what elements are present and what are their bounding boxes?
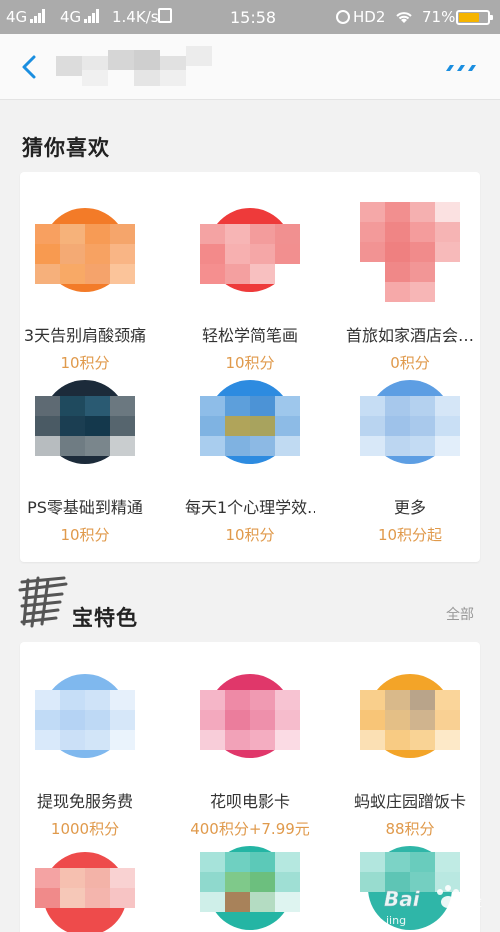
- battery-icon: [456, 10, 493, 25]
- item-image: [35, 852, 135, 932]
- item-image: [200, 846, 300, 932]
- reward-item-farm-card[interactable]: 蚂蚁庄园蹭饭卡 88积分: [345, 674, 475, 839]
- more-dots-icon: [446, 65, 476, 71]
- item-price: 10积分: [225, 526, 275, 544]
- item-price: 1000积分: [50, 820, 120, 838]
- section-title-features: 宝特色: [72, 606, 138, 630]
- item-label: 蚂蚁庄园蹭饭卡: [353, 792, 466, 811]
- item-image: [35, 208, 135, 308]
- battery-percent: 71%: [422, 8, 456, 26]
- reward-item-partial-1[interactable]: [20, 852, 150, 932]
- network-label: 4G: [6, 8, 28, 26]
- reward-item-more[interactable]: 更多 10积分起: [345, 380, 475, 545]
- item-label: PS零基础到精通: [27, 498, 143, 517]
- svg-text:Bai: Bai: [384, 887, 421, 911]
- reward-item-neck-course[interactable]: 3天告别肩酸颈痛 10积分: [20, 208, 150, 373]
- clock: 15:58: [230, 8, 277, 27]
- network-indicator-2: 4G: [60, 8, 100, 26]
- item-label: 每天1个心理学效..: [185, 498, 315, 517]
- reward-item-partial-2[interactable]: [185, 846, 315, 932]
- svg-text:经: 经: [466, 891, 482, 910]
- alarm-icon: [336, 10, 350, 24]
- item-price: 10积分: [60, 354, 110, 372]
- item-image: [200, 674, 300, 774]
- see-all-link[interactable]: 全部: [446, 604, 474, 624]
- item-price: 400积分+7.99元: [190, 820, 310, 838]
- item-image: [200, 208, 300, 308]
- signal-icon: [30, 9, 46, 23]
- network-label: 4G: [60, 8, 82, 26]
- item-label: 提现免服务费: [36, 792, 133, 811]
- hd-label: HD2: [353, 8, 386, 26]
- reward-item-movie-card[interactable]: 花呗电影卡 400积分+7.99元: [185, 674, 315, 839]
- item-image: [360, 380, 460, 480]
- item-label: 花呗电影卡: [209, 792, 290, 811]
- signal-icon: [84, 9, 100, 23]
- item-price: 10积分: [225, 354, 275, 372]
- item-image: [35, 380, 135, 480]
- item-label: 3天告别肩酸颈痛: [23, 326, 147, 345]
- svg-text:jing: jing: [385, 914, 406, 927]
- network-speed: 1.4K/s: [112, 8, 159, 26]
- item-label: 首旅如家酒店会…: [345, 326, 474, 345]
- status-bar: 4G 4G 1.4K/s 15:58 HD2 71%: [0, 0, 500, 34]
- item-price: 10积分起: [377, 526, 443, 544]
- reward-item-hotel[interactable]: 首旅如家酒店会… 0积分: [345, 202, 475, 373]
- sim-icon: [158, 8, 172, 23]
- reward-item-psychology[interactable]: 每天1个心理学效.. 10积分: [185, 380, 315, 545]
- item-price: 0积分: [390, 354, 430, 372]
- guess-card: 3天告别肩酸颈痛 10积分 轻松学简笔画 10积分 首旅如家酒店会… 0积分 P…: [20, 172, 480, 562]
- blurred-page-title: [56, 44, 226, 86]
- wifi-icon: [394, 8, 414, 26]
- reward-item-ps-course[interactable]: PS零基础到精通 10积分: [20, 380, 150, 545]
- reward-item-drawing[interactable]: 轻松学简笔画 10积分: [185, 208, 315, 373]
- item-image: [35, 674, 135, 774]
- item-image: [360, 202, 460, 308]
- item-price: 88积分: [385, 820, 435, 838]
- item-image: [200, 380, 300, 480]
- item-price: 10积分: [60, 526, 110, 544]
- section-title-guess: 猜你喜欢: [22, 136, 110, 160]
- item-label: 更多: [393, 498, 426, 517]
- baidu-watermark-logo: Bai 经 jing: [384, 880, 496, 930]
- back-button[interactable]: [16, 52, 44, 82]
- battery-fill: [459, 13, 479, 22]
- reward-item-withdraw[interactable]: 提现免服务费 1000积分: [20, 674, 150, 839]
- scribble-redaction: [18, 576, 68, 628]
- alarm-hd-group: HD2: [336, 8, 385, 26]
- item-label: 轻松学简笔画: [201, 326, 298, 345]
- network-indicator-1: 4G: [6, 8, 46, 26]
- navigation-bar: [0, 34, 500, 100]
- item-image: [360, 674, 460, 774]
- chevron-left-icon: [22, 55, 36, 79]
- more-button[interactable]: [444, 60, 478, 74]
